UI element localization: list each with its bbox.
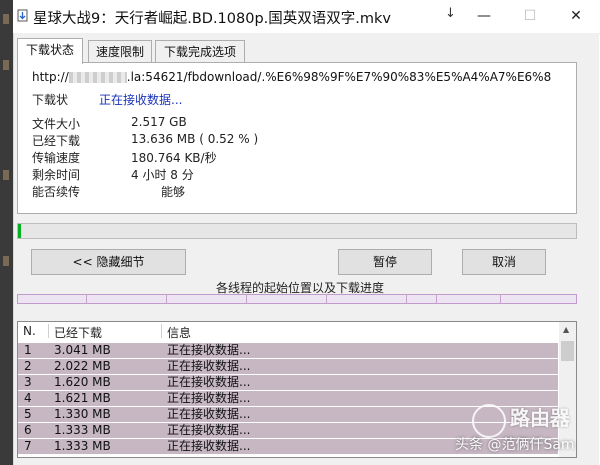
row-info: 正在接收数据... <box>167 375 251 389</box>
row-number: 6 <box>24 423 32 437</box>
segment-divider <box>436 294 437 304</box>
background-icon <box>3 60 9 70</box>
title-bar[interactable]: 星球大战9：天行者崛起.BD.1080p.国英双语双字.mkv ↓ — ☐ ✕ <box>13 0 600 34</box>
remaining-time-label: 剩余时间 <box>32 168 81 182</box>
scroll-up-icon[interactable]: ▲ <box>563 325 569 334</box>
table-row[interactable]: 2 2.022 MB 正在接收数据... <box>18 359 558 374</box>
segment-divider <box>406 294 407 304</box>
url-prefix: http:// <box>32 70 69 84</box>
remaining-time-value: 4 小时 8 分 <box>131 168 194 182</box>
progress-fill <box>18 224 21 238</box>
column-divider[interactable] <box>161 324 162 338</box>
row-info: 正在接收数据... <box>167 439 251 453</box>
row-number: 5 <box>24 407 32 421</box>
minimize-button[interactable]: — <box>461 0 507 32</box>
file-size-label: 文件大小 <box>32 117 81 131</box>
row-number: 7 <box>24 439 32 453</box>
resumable-value: 能够 <box>161 185 186 199</box>
tab-download-status[interactable]: 下载状态 <box>17 38 83 64</box>
row-number: 2 <box>24 359 32 373</box>
row-info: 正在接收数据... <box>167 359 251 373</box>
row-downloaded: 1.333 MB <box>54 423 111 437</box>
table-row[interactable]: 1 3.041 MB 正在接收数据... <box>18 343 558 358</box>
downloaded-label: 已经下载 <box>32 134 81 148</box>
column-header-number[interactable]: N. <box>23 324 36 338</box>
pause-button[interactable]: 暂停 <box>338 249 432 275</box>
speed-value: 180.764 KB/秒 <box>131 151 217 165</box>
thread-segments-bar <box>17 294 577 304</box>
speed-label: 传输速度 <box>32 151 81 165</box>
background-icon <box>3 170 9 180</box>
window-title: 星球大战9：天行者崛起.BD.1080p.国英双语双字.mkv <box>33 11 391 27</box>
row-downloaded: 1.333 MB <box>54 439 111 453</box>
column-divider[interactable] <box>48 324 49 338</box>
row-downloaded: 1.621 MB <box>54 391 111 405</box>
watermark-brand: 路由器 <box>510 406 570 430</box>
hide-details-button[interactable]: << 隐藏细节 <box>31 249 186 275</box>
background-icon <box>3 256 9 266</box>
redacted-host <box>68 72 127 83</box>
state-label: 下载状 <box>32 93 69 107</box>
table-row[interactable]: 4 1.621 MB 正在接收数据... <box>18 391 558 406</box>
row-number: 4 <box>24 391 32 405</box>
segment-divider <box>166 294 167 304</box>
watermark-author: 头条 @范俩仟Sam <box>455 437 575 453</box>
segment-divider <box>326 294 327 304</box>
tab-completion-options[interactable]: 下载完成选项 <box>155 40 245 63</box>
row-info: 正在接收数据... <box>167 343 251 357</box>
background-window-strip <box>0 0 13 465</box>
resumable-label: 能否续传 <box>32 185 81 199</box>
row-downloaded: 1.620 MB <box>54 375 111 389</box>
tab-speed-limit[interactable]: 速度限制 <box>88 40 152 63</box>
column-header-info[interactable]: 信息 <box>167 324 191 341</box>
row-number: 3 <box>24 375 32 389</box>
table-row[interactable]: 3 1.620 MB 正在接收数据... <box>18 375 558 390</box>
downloaded-value: 13.636 MB ( 0.52 % ) <box>131 132 259 146</box>
watermark-logo <box>472 404 506 438</box>
row-info: 正在接收数据... <box>167 391 251 405</box>
row-info: 正在接收数据... <box>167 423 251 437</box>
app-download-icon <box>17 9 28 22</box>
close-button[interactable]: ✕ <box>553 0 599 32</box>
background-icon <box>3 14 9 24</box>
row-number: 1 <box>24 343 32 357</box>
row-downloaded: 1.330 MB <box>54 407 111 421</box>
state-value: 正在接收数据... <box>99 93 183 107</box>
file-size-value: 2.517 GB <box>131 115 187 129</box>
download-arrow-icon: ↓ <box>445 6 456 21</box>
segment-divider <box>86 294 87 304</box>
status-panel <box>17 62 577 214</box>
download-url: http:// .la:54621/fbdownload/.%E6%98%9F%E… <box>32 70 552 84</box>
thread-list-header: N. 已经下载 信息 <box>18 322 558 340</box>
row-info: 正在接收数据... <box>167 407 251 421</box>
row-downloaded: 3.041 MB <box>54 343 111 357</box>
url-suffix: .la:54621/fbdownload/.%E6%98%9F%E7%90%83… <box>126 70 552 84</box>
segment-divider <box>500 294 501 304</box>
row-downloaded: 2.022 MB <box>54 359 111 373</box>
segment-divider <box>246 294 247 304</box>
scroll-thumb[interactable] <box>561 341 574 361</box>
column-header-downloaded[interactable]: 已经下载 <box>54 324 102 341</box>
download-progress-bar <box>17 223 577 239</box>
maximize-button[interactable]: ☐ <box>507 0 553 32</box>
cancel-button[interactable]: 取消 <box>462 249 546 275</box>
